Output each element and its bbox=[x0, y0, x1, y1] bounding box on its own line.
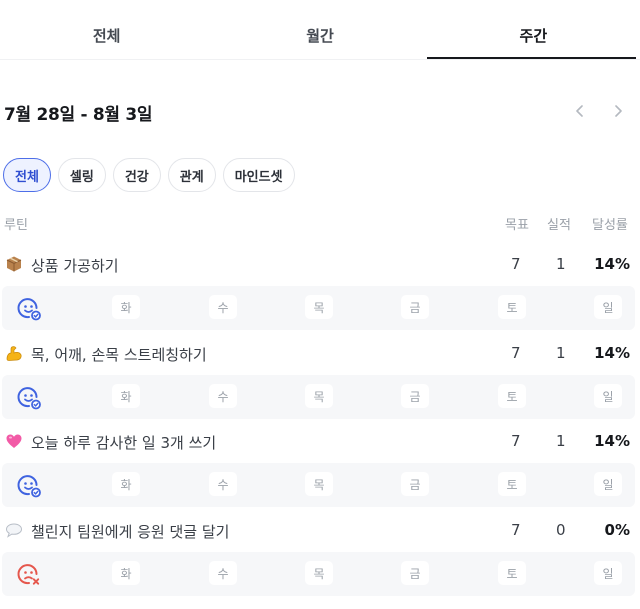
routine-rate: 14% bbox=[594, 344, 630, 362]
column-header-rate: 달성률 bbox=[592, 218, 628, 233]
tab-monthly[interactable]: 월간 bbox=[213, 0, 426, 60]
routine-actual: 1 bbox=[556, 344, 566, 362]
day-cell-sun[interactable]: 일 bbox=[594, 295, 622, 319]
sad-x-icon bbox=[17, 564, 40, 585]
routine-rate: 14% bbox=[594, 255, 630, 273]
routine-rate: 14% bbox=[594, 432, 630, 450]
day-cell-wed[interactable]: 수 bbox=[209, 561, 237, 585]
pink-heart-icon bbox=[4, 431, 24, 451]
routine-row: 오늘 하루 감사한 일 3개 쓰기 7 1 14% 화 수 목 금 토 일 bbox=[0, 423, 640, 507]
day-cell-tue[interactable]: 화 bbox=[112, 561, 140, 585]
routine-actual: 1 bbox=[556, 255, 566, 273]
routine-name: 챌린지 팀원에게 응원 댓글 달기 bbox=[31, 523, 230, 541]
weekday-tracker: 화 수 목 금 토 일 bbox=[2, 463, 635, 507]
day-cell-sat[interactable]: 토 bbox=[498, 472, 526, 496]
routine-row: 상품 가공하기 7 1 14% 화 수 목 금 토 일 bbox=[0, 246, 640, 330]
day-cell-fri[interactable]: 금 bbox=[401, 295, 429, 319]
day-cell-sat[interactable]: 토 bbox=[498, 561, 526, 585]
prev-week-button[interactable] bbox=[568, 99, 592, 123]
day-cell-fri[interactable]: 금 bbox=[401, 384, 429, 408]
day-cell-sat[interactable]: 토 bbox=[498, 384, 526, 408]
filter-chip-selling[interactable]: 셀링 bbox=[57, 158, 106, 192]
routine-goal: 7 bbox=[511, 521, 521, 539]
day-cell-wed[interactable]: 수 bbox=[209, 472, 237, 496]
routine-actual: 1 bbox=[556, 432, 566, 450]
day-cell-thu[interactable]: 목 bbox=[305, 561, 333, 585]
week-range-title: 7월 28일 - 8월 3일 bbox=[4, 105, 153, 125]
speech-bubble-icon bbox=[4, 520, 24, 540]
day-cell-tue[interactable]: 화 bbox=[112, 472, 140, 496]
day-cell-fri[interactable]: 금 bbox=[401, 472, 429, 496]
day-cell-sun[interactable]: 일 bbox=[594, 384, 622, 408]
day-cell-tue[interactable]: 화 bbox=[112, 295, 140, 319]
filter-chip-relationship[interactable]: 관계 bbox=[167, 158, 216, 192]
smile-check-icon bbox=[17, 298, 41, 321]
column-header-goal: 목표 bbox=[505, 218, 529, 233]
category-filters: 전체 셀링 건강 관계 마인드셋 bbox=[3, 158, 295, 192]
period-tabs: 전체 월간 주간 bbox=[0, 0, 640, 60]
column-header-actual: 실적 bbox=[547, 218, 571, 233]
filter-chip-health[interactable]: 건강 bbox=[112, 158, 161, 192]
day-cell-tue[interactable]: 화 bbox=[112, 384, 140, 408]
day-cell-wed[interactable]: 수 bbox=[209, 295, 237, 319]
routine-goal: 7 bbox=[511, 432, 521, 450]
weekday-tracker: 화 수 목 금 토 일 bbox=[2, 286, 635, 330]
smile-check-icon bbox=[17, 387, 41, 410]
week-header: 7월 28일 - 8월 3일 bbox=[0, 98, 640, 128]
routine-actual: 0 bbox=[556, 521, 566, 539]
tab-all[interactable]: 전체 bbox=[0, 0, 213, 60]
chevron-left-icon bbox=[576, 105, 583, 117]
day-cell-wed[interactable]: 수 bbox=[209, 384, 237, 408]
flexed-biceps-icon bbox=[4, 343, 24, 363]
weekday-tracker: 화 수 목 금 토 일 bbox=[2, 552, 635, 596]
filter-chip-all[interactable]: 전체 bbox=[3, 158, 51, 192]
routine-row: 목, 어깨, 손목 스트레칭하기 7 1 14% 화 수 목 금 토 일 bbox=[0, 335, 640, 419]
next-week-button[interactable] bbox=[606, 99, 630, 123]
day-cell-sun[interactable]: 일 bbox=[594, 561, 622, 585]
smile-check-icon bbox=[17, 475, 41, 498]
day-cell-sun[interactable]: 일 bbox=[594, 472, 622, 496]
package-icon bbox=[4, 254, 24, 274]
chevron-right-icon bbox=[615, 105, 622, 117]
routine-name: 상품 가공하기 bbox=[31, 257, 119, 275]
filter-chip-mindset[interactable]: 마인드셋 bbox=[222, 158, 295, 192]
day-cell-thu[interactable]: 목 bbox=[305, 384, 333, 408]
day-cell-thu[interactable]: 목 bbox=[305, 472, 333, 496]
routine-rate: 0% bbox=[604, 521, 630, 539]
weekday-tracker: 화 수 목 금 토 일 bbox=[2, 375, 635, 419]
routine-row: 챌린지 팀원에게 응원 댓글 달기 7 0 0% 화 수 목 금 토 일 bbox=[0, 512, 640, 596]
tab-divider bbox=[0, 59, 640, 60]
day-cell-fri[interactable]: 금 bbox=[401, 561, 429, 585]
column-header-routine: 루틴 bbox=[4, 218, 28, 233]
day-cell-thu[interactable]: 목 bbox=[305, 295, 333, 319]
routine-name: 오늘 하루 감사한 일 3개 쓰기 bbox=[31, 434, 217, 452]
routine-goal: 7 bbox=[511, 344, 521, 362]
tab-weekly[interactable]: 주간 bbox=[426, 0, 640, 60]
routine-name: 목, 어깨, 손목 스트레칭하기 bbox=[31, 346, 207, 364]
routine-goal: 7 bbox=[511, 255, 521, 273]
day-cell-sat[interactable]: 토 bbox=[498, 295, 526, 319]
